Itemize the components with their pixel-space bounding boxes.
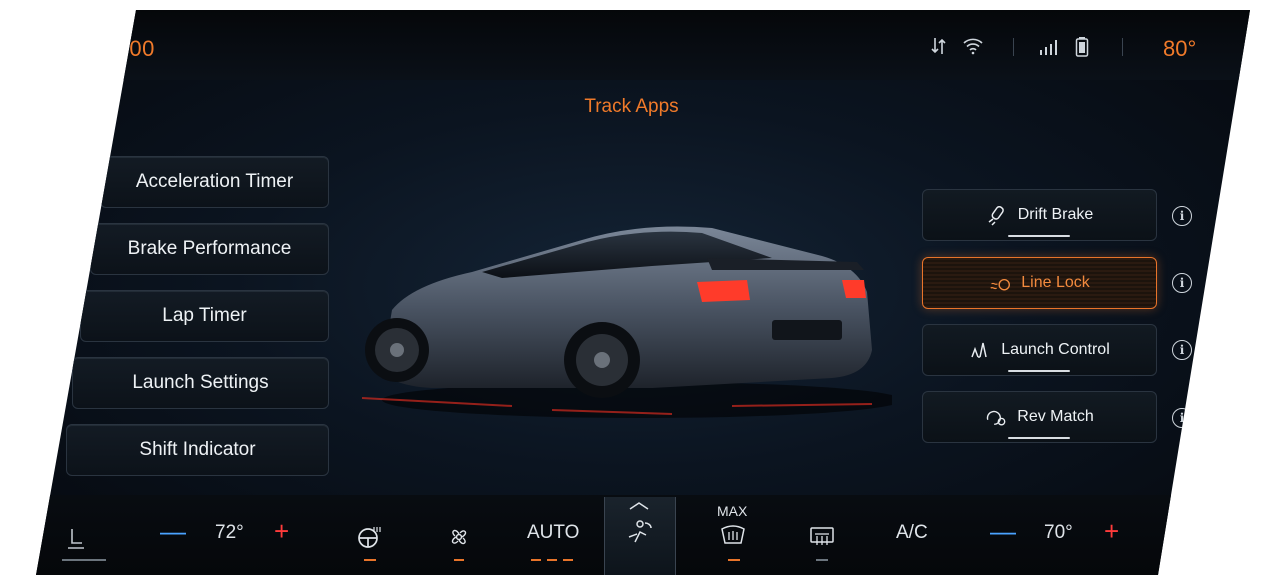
- car-image: [361, 226, 892, 418]
- acceleration-timer-button[interactable]: Acceleration Timer: [100, 156, 329, 208]
- data-transfer-icon: [931, 38, 946, 54]
- airflow-mode-icon: [628, 520, 652, 543]
- rev-match-icon: [987, 410, 1006, 426]
- drift-brake-button[interactable]: Drift Brake: [922, 189, 1157, 241]
- auto-climate-button[interactable]: AUTO: [527, 522, 579, 544]
- airflow-mode-button[interactable]: [604, 497, 676, 575]
- passenger-temp-down-button[interactable]: —: [990, 516, 1016, 547]
- status-indicator: [1008, 235, 1070, 237]
- button-label: Brake Performance: [127, 238, 292, 259]
- passenger-temp-up-button[interactable]: +: [1104, 516, 1119, 547]
- button-label: Lap Timer: [162, 305, 247, 326]
- fan-icon[interactable]: [446, 524, 472, 550]
- button-label: Drift Brake: [1017, 206, 1094, 223]
- rev-match-info-icon[interactable]: i: [1172, 408, 1192, 428]
- line-lock-info-icon[interactable]: i: [1172, 273, 1192, 293]
- status-indicator: [1008, 437, 1070, 439]
- line-lock-icon: [990, 278, 1011, 291]
- wifi-icon: [963, 38, 983, 55]
- drift-brake-icon: [988, 205, 1004, 226]
- rear-defrost-icon[interactable]: [808, 524, 836, 548]
- max-defrost-icon[interactable]: [719, 523, 747, 547]
- seat-heat-icon[interactable]: [62, 526, 88, 552]
- line-lock-button[interactable]: Line Lock: [922, 257, 1157, 309]
- button-label: Launch Settings: [132, 372, 269, 393]
- steering-heat-level: [364, 559, 376, 561]
- launch-control-button[interactable]: Launch Control: [922, 324, 1157, 376]
- launch-control-icon: [971, 342, 987, 358]
- status-bar: [36, 10, 1250, 80]
- chevron-up-icon: [629, 502, 649, 510]
- clock: 3:00: [110, 36, 155, 61]
- button-label: Launch Control: [1001, 341, 1110, 358]
- heated-steering-icon[interactable]: [356, 524, 382, 550]
- outside-temperature: 80°: [1163, 36, 1197, 61]
- button-label: Rev Match: [1017, 408, 1094, 425]
- button-label: Acceleration Timer: [135, 171, 294, 192]
- button-label: Shift Indicator: [139, 439, 256, 460]
- lap-timer-button[interactable]: Lap Timer: [80, 290, 329, 342]
- driver-temp-down-button[interactable]: —: [160, 516, 186, 547]
- max-defrost-label: MAX: [717, 503, 748, 519]
- infotainment-screen: 3:00 80° Track Apps Acceleration Timer B…: [36, 10, 1250, 575]
- launch-control-info-icon[interactable]: i: [1172, 340, 1192, 360]
- status-divider: [1013, 38, 1014, 56]
- launch-settings-button[interactable]: Launch Settings: [72, 357, 329, 409]
- max-defrost-level: [728, 559, 740, 561]
- ac-button[interactable]: A/C: [896, 522, 928, 544]
- signal-strength-icon: [1040, 40, 1057, 55]
- seat-heat-level: [62, 559, 106, 561]
- driver-temperature: 72°: [215, 522, 244, 543]
- passenger-temperature: 70°: [1044, 522, 1073, 543]
- drift-brake-info-icon[interactable]: i: [1172, 206, 1192, 226]
- auto-level: [531, 559, 573, 561]
- driver-temp-up-button[interactable]: +: [274, 516, 289, 547]
- status-divider: [1122, 38, 1123, 56]
- rev-match-button[interactable]: Rev Match: [922, 391, 1157, 443]
- status-indicator: [1008, 370, 1070, 372]
- battery-icon: [1075, 37, 1089, 57]
- fan-level: [454, 559, 464, 561]
- shift-indicator-button[interactable]: Shift Indicator: [66, 424, 329, 476]
- rear-defrost-level: [816, 559, 828, 561]
- brake-performance-button[interactable]: Brake Performance: [90, 223, 329, 275]
- button-label: Line Lock: [1021, 274, 1090, 291]
- page-title: Track Apps: [584, 96, 679, 117]
